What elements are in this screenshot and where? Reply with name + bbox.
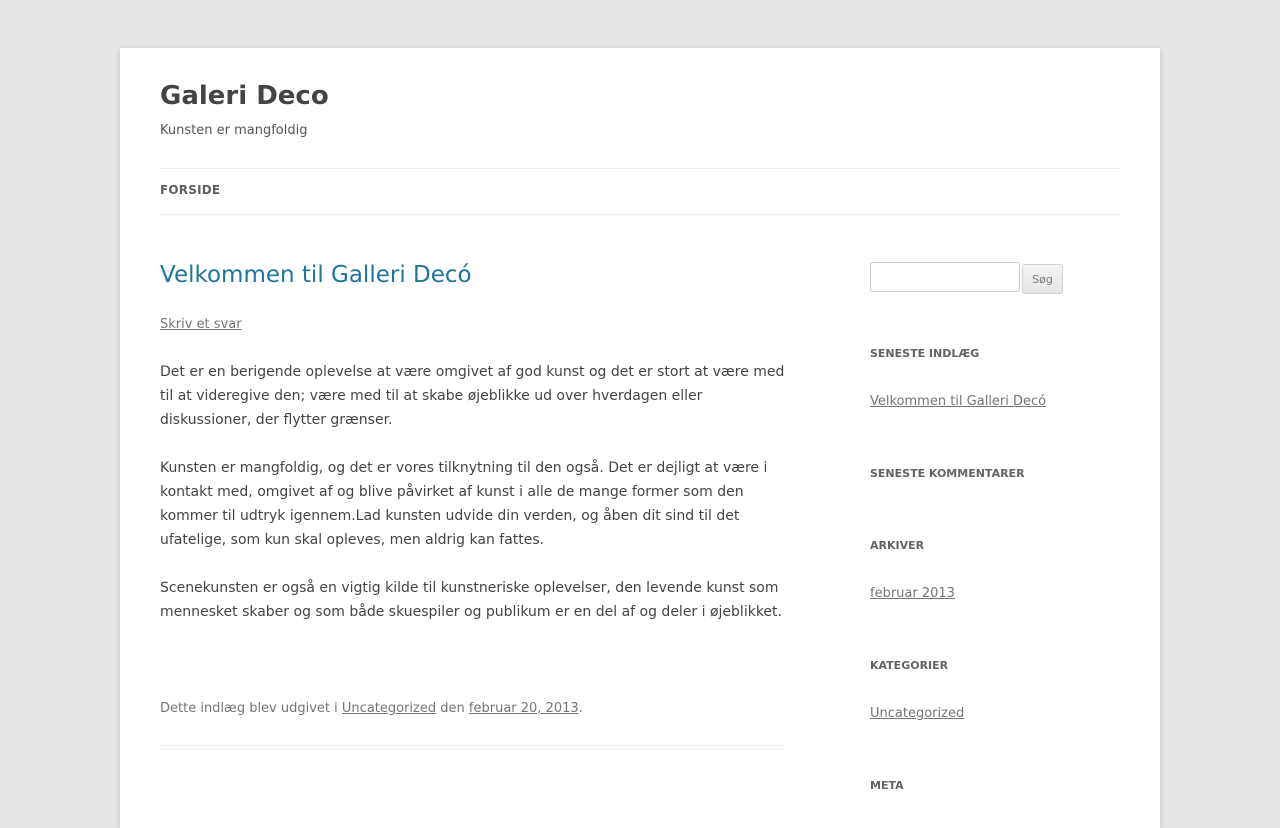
category-link[interactable]: Uncategorized — [342, 701, 436, 716]
widget-title-meta: Meta — [870, 779, 904, 792]
post-paragraph: Det er en berigende oplevelse at være om… — [160, 364, 785, 428]
site-description: Kunsten er mangfoldig — [160, 123, 308, 138]
date-link[interactable]: februar 20, 2013 — [469, 701, 579, 716]
post-paragraph: Kunsten er mangfoldig, og det er vores t… — [160, 460, 768, 548]
search-button[interactable]: Søg — [1022, 264, 1063, 294]
widget-title-archives: Arkiver — [870, 539, 925, 552]
reply-link[interactable]: Skriv et svar — [160, 317, 242, 332]
page-container: Galeri Deco Kunsten er mangfoldig Forsid… — [120, 48, 1160, 828]
post-paragraph: Scenekunsten er også en vigtig kilde til… — [160, 580, 782, 620]
widget-title-recent-comments: Seneste kommentarer — [870, 467, 1025, 480]
recent-post-link[interactable]: Velkommen til Galleri Decó — [870, 394, 1046, 409]
post-divider — [160, 745, 784, 750]
post-content: Det er en berigende oplevelse at være om… — [160, 360, 788, 648]
meta-middle: den — [440, 701, 465, 716]
nav-item-forside[interactable]: Forside — [160, 183, 220, 197]
post-meta: Dette indlæg blev udgivet i Uncategorize… — [160, 700, 784, 718]
search-input[interactable] — [870, 262, 1020, 292]
category-widget-link[interactable]: Uncategorized — [870, 706, 964, 721]
main-navigation: Forside — [160, 168, 1120, 215]
widget-title-categories: Kategorier — [870, 659, 949, 672]
post-title[interactable]: Velkommen til Galleri Decó — [160, 258, 472, 292]
archive-link[interactable]: februar 2013 — [870, 586, 955, 601]
meta-suffix: . — [578, 701, 583, 716]
meta-prefix: Dette indlæg blev udgivet i — [160, 701, 338, 716]
site-title[interactable]: Galeri Deco — [160, 78, 329, 114]
widget-title-recent-posts: Seneste indlæg — [870, 347, 980, 360]
